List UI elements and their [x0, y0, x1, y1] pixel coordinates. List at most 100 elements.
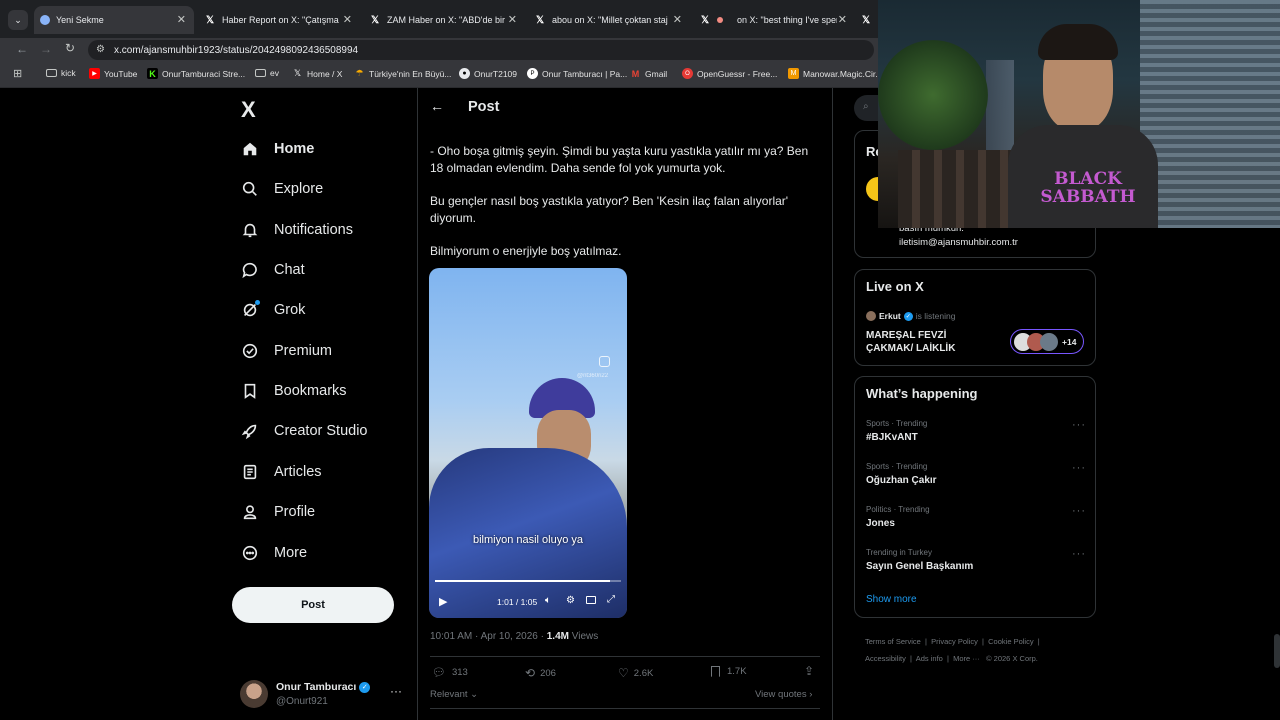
bookmark-home-x[interactable]: 𝕏 Home / X — [292, 68, 343, 79]
show-more-link[interactable]: Show more — [866, 594, 917, 605]
sidebar-item-bookmarks[interactable]: Bookmarks — [240, 381, 347, 401]
trend-item[interactable]: Sports · Trending Oğuzhan Çakır ··· — [866, 462, 1086, 492]
host-avatar — [866, 311, 876, 321]
trend-more-icon[interactable]: ··· — [1072, 462, 1086, 474]
sidebar-item-home[interactable]: Home — [240, 139, 314, 159]
trend-name: #BJKvANT — [866, 432, 918, 443]
live-listeners[interactable]: +14 — [1010, 329, 1084, 354]
bookmark-button[interactable]: 1.7K — [711, 666, 747, 677]
share-icon[interactable]: ⇪ — [804, 664, 814, 678]
sidebar-item-creator-studio[interactable]: Creator Studio — [240, 421, 368, 441]
close-tab-icon[interactable]: ✕ — [343, 13, 352, 26]
settings-icon[interactable]: ⚙ — [566, 595, 575, 606]
trend-more-icon[interactable]: ··· — [1072, 548, 1086, 560]
tab-search-button[interactable]: ⌄ — [8, 10, 28, 30]
footer-ads[interactable]: Ads info — [916, 654, 943, 663]
footer-privacy[interactable]: Privacy Policy — [931, 637, 978, 646]
sidebar-item-grok[interactable]: Grok — [240, 300, 305, 320]
trend-item[interactable]: Sports · Trending #BJKvANT ··· — [866, 419, 1086, 449]
live-host-row[interactable]: Erkut ✓ is listening — [866, 311, 955, 321]
stats-bottom-divider — [430, 708, 820, 709]
tab-title: abou on X: "Millet çoktan staj y — [552, 15, 670, 25]
video-progress-track[interactable] — [435, 580, 621, 582]
reload-icon[interactable]: ↻ — [65, 41, 75, 55]
close-tab-icon[interactable]: ✕ — [838, 13, 847, 26]
footer-accessibility[interactable]: Accessibility — [865, 654, 906, 663]
view-quotes-link[interactable]: View quotes › — [755, 689, 812, 700]
forward-icon[interactable]: → — [40, 42, 52, 56]
host-status: is listening — [915, 311, 956, 321]
volume-icon[interactable]: 🔈︎ — [545, 595, 551, 606]
trend-item[interactable]: Politics · Trending Jones ··· — [866, 505, 1086, 535]
trend-more-icon[interactable]: ··· — [1072, 505, 1086, 517]
close-tab-icon[interactable]: ✕ — [508, 13, 517, 26]
account-handle: @Onurt921 — [276, 696, 328, 707]
bookmark-kick[interactable]: kick — [46, 68, 76, 78]
apps-icon[interactable]: ⊞ — [13, 67, 22, 80]
sidebar-item-label: Notifications — [274, 222, 353, 238]
post-button[interactable]: Post — [232, 587, 394, 623]
tab-zam-haber[interactable]: 𝕏 ZAM Haber on X: "ABD'de bir h ✕ — [365, 6, 521, 34]
repost-button[interactable]: ⟲ 206 — [525, 666, 556, 680]
close-tab-icon[interactable]: ✕ — [673, 13, 682, 26]
sidebar-item-label: Creator Studio — [274, 423, 368, 439]
bookmark-manowar[interactable]: M Manowar.Magic.Cir... — [788, 68, 882, 79]
site-info-icon[interactable]: ⚙ — [96, 44, 105, 55]
bookmark-ev[interactable]: ev — [255, 68, 279, 78]
bookmark-onurt2109[interactable]: ● OnurT2109 — [459, 68, 517, 79]
close-tab-icon[interactable]: ✕ — [177, 13, 186, 26]
back-arrow-icon[interactable]: ← — [430, 98, 444, 114]
bookmark-openguessr[interactable]: O OpenGuessr - Free... — [682, 68, 777, 79]
sidebar-item-chat[interactable]: Chat — [240, 260, 305, 280]
sidebar-item-articles[interactable]: Articles — [240, 462, 322, 482]
footer-terms[interactable]: Terms of Service — [865, 637, 921, 646]
sidebar-item-explore[interactable]: Explore — [240, 179, 323, 199]
bookmark-onurtamburaci-stream[interactable]: K OnurTamburaci Stre... — [147, 68, 245, 79]
footer-links: Terms of Service | Privacy Policy | Cook… — [865, 637, 1040, 663]
trend-name: Sayın Genel Başkanım — [866, 561, 974, 572]
trend-item[interactable]: Trending in Turkey Sayın Genel Başkanım … — [866, 548, 1086, 578]
address-bar[interactable]: ⚙ x.com/ajansmuhbir1923/status/204249809… — [88, 40, 874, 60]
x-logo-icon[interactable]: X — [241, 97, 256, 123]
rocket-icon — [240, 421, 260, 441]
footer-cookie[interactable]: Cookie Policy — [988, 637, 1033, 646]
tab-x-partial[interactable]: 𝕏 — [860, 6, 878, 34]
video-player[interactable]: @nt360ri22 bilmiyon nasil oluyo ya ▶ 1:0… — [429, 268, 627, 618]
tab-abou[interactable]: 𝕏 abou on X: "Millet çoktan staj y ✕ — [530, 6, 686, 34]
tab-best-thing[interactable]: 𝕏 on X: "best thing I've spen ✕ — [695, 6, 851, 34]
play-icon[interactable]: ▶ — [439, 595, 447, 608]
pip-icon[interactable] — [586, 596, 596, 604]
footer-more[interactable]: More ··· — [953, 654, 980, 663]
sidebar-item-label: Home — [274, 141, 315, 157]
bookmark-turkiye[interactable]: ☂ Türkiye'nin En Büyü... — [354, 68, 451, 79]
tab-yeni-sekme[interactable]: Yeni Sekme ✕ — [34, 6, 194, 34]
bookmark-icon — [711, 666, 720, 677]
verified-badge-icon: ✓ — [359, 681, 371, 693]
bookmark-gmail[interactable]: M Gmail — [630, 68, 667, 79]
trend-more-icon[interactable]: ··· — [1072, 419, 1086, 431]
sidebar-item-more[interactable]: More — [240, 543, 307, 563]
bookmark-youtube[interactable]: ▶ YouTube — [89, 68, 137, 79]
sidebar-item-profile[interactable]: Profile — [240, 502, 315, 522]
sort-dropdown[interactable]: Relevant ⌄ — [430, 689, 478, 700]
like-button[interactable]: ♡ 2.6K — [618, 666, 653, 680]
scrollbar-thumb[interactable] — [1274, 634, 1280, 668]
live-title[interactable]: MAREŞAL FEVZİ ÇAKMAK/ LAİKLİK — [866, 329, 986, 355]
bookmark-onur-patreon[interactable]: P Onur Tamburacı | Pa... — [527, 68, 627, 79]
account-switcher[interactable]: Onur Tamburacı ✓ @Onurt921 ··· — [240, 680, 410, 710]
patreon-icon: P — [527, 68, 538, 79]
account-menu-icon[interactable]: ··· — [390, 684, 402, 698]
post-paragraph-1: - Oho boşa gitmiş şeyin. Şimdi bu yaşta … — [430, 144, 809, 175]
fullscreen-icon[interactable]: ⤢ — [607, 594, 615, 605]
sidebar-item-premium[interactable]: Premium — [240, 341, 332, 361]
sidebar-item-label: Articles — [274, 464, 322, 480]
reply-button[interactable]: 💬︎ 313 — [432, 666, 468, 679]
premium-icon — [240, 341, 260, 361]
chat-icon — [240, 260, 260, 280]
bookmark-icon — [240, 381, 260, 401]
back-icon[interactable]: ← — [16, 42, 28, 56]
sidebar-item-label: Profile — [274, 504, 316, 520]
sidebar-item-notifications[interactable]: Notifications — [240, 220, 353, 240]
footer-copyright: © 2026 X Corp. — [986, 654, 1038, 663]
tab-haber-report[interactable]: 𝕏 Haber Report on X: "Çatışma e ✕ — [200, 6, 356, 34]
